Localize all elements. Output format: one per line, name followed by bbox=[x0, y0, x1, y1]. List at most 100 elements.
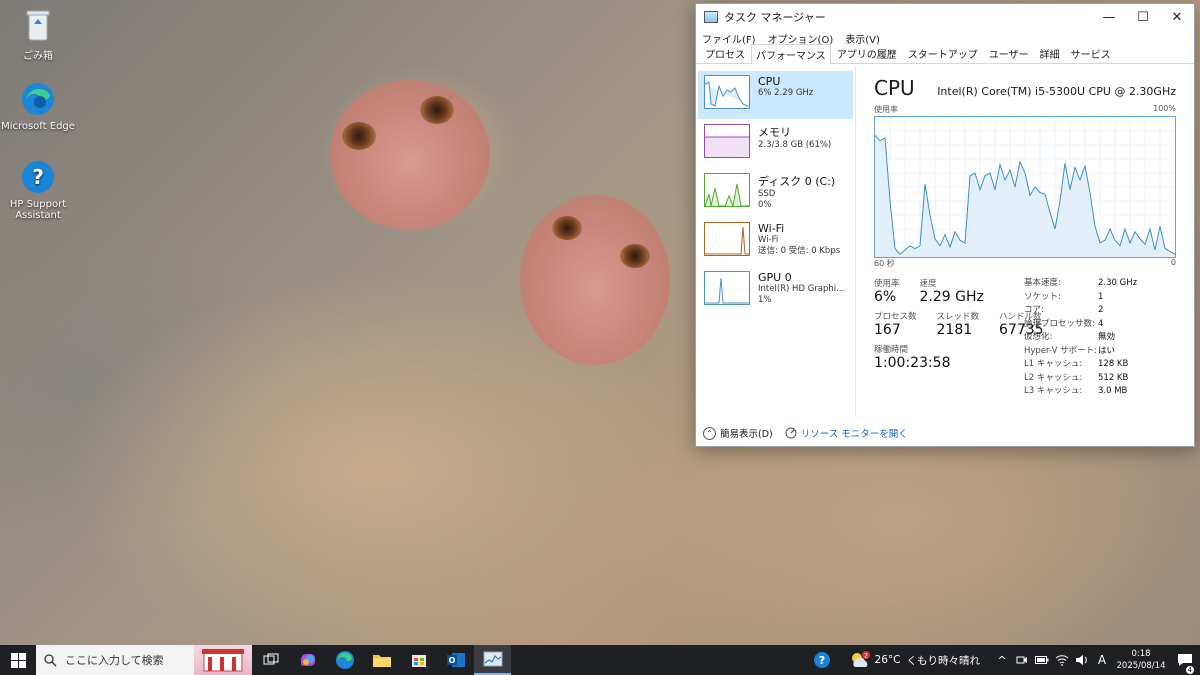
help-question-icon: ? bbox=[19, 158, 57, 196]
minimize-button[interactable]: — bbox=[1092, 4, 1126, 30]
search-highlight-image[interactable] bbox=[194, 645, 252, 675]
resource-monitor-icon bbox=[785, 427, 797, 439]
desktop-icon-recycle-bin[interactable]: ごみ箱 bbox=[0, 6, 76, 62]
taskbar-clock[interactable]: 0:18 2025/08/14 bbox=[1112, 648, 1170, 672]
speaker-icon[interactable] bbox=[1072, 654, 1092, 666]
meet-now-icon[interactable] bbox=[1012, 654, 1032, 666]
resource-sub: Wi-Fi bbox=[758, 235, 779, 245]
spec-row: ソケット: 1 bbox=[1024, 291, 1137, 305]
spec-row: コア: 2 bbox=[1024, 304, 1137, 318]
battery-icon[interactable] bbox=[1032, 655, 1052, 665]
resource-sub: SSD bbox=[758, 189, 776, 199]
graph-label-max: 100% bbox=[1153, 104, 1176, 113]
taskbar-app-task-manager[interactable] bbox=[474, 645, 511, 675]
help-icon[interactable]: ? bbox=[805, 651, 839, 669]
desktop-icon-label: Microsoft Edge bbox=[1, 121, 75, 132]
cpu-specs: 基本速度: 2.30 GHz ソケット: 1 コア: 2 論理プロセッサ数: 4 仮想化… bbox=[1024, 277, 1137, 399]
system-tray: ? 2 26°C くもり時々晴れ ^ A 0:18 2025/08/14 4 bbox=[805, 645, 1200, 675]
start-button[interactable] bbox=[0, 645, 36, 675]
spec-key: L3 キャッシュ: bbox=[1024, 386, 1083, 396]
weather-badge: 2 bbox=[864, 653, 868, 660]
spec-key: 基本速度: bbox=[1024, 278, 1061, 288]
cpu-stats: 使用率 6% 速度 2.29 GHz プロセス数 167 スレッド数 2181 ハンドル… bbox=[874, 277, 1180, 396]
task-view-icon bbox=[263, 653, 278, 665]
resource-item-disk[interactable]: ディスク 0 (C:) SSD 0% bbox=[698, 169, 853, 217]
svg-text:?: ? bbox=[818, 654, 824, 667]
title-bar[interactable]: タスク マネージャー — ☐ ✕ bbox=[696, 4, 1194, 30]
chevron-up-icon[interactable]: ⌃ bbox=[703, 426, 716, 440]
task-manager-icon bbox=[483, 651, 502, 667]
desktop-icon-edge[interactable]: Microsoft Edge bbox=[0, 80, 76, 132]
store-icon bbox=[411, 655, 426, 667]
cpu-detail-panel: CPU Intel(R) Core(TM) i5-5300U CPU @ 2.3… bbox=[856, 66, 1194, 416]
taskbar: ここに入力して検索 O ? 2 26°C くもり時々晴れ ^ A 0:18 20… bbox=[0, 645, 1200, 675]
wifi-icon[interactable] bbox=[1052, 654, 1072, 666]
tab-details[interactable]: 詳細 bbox=[1035, 43, 1065, 63]
collapse-button[interactable]: 簡易表示(D) bbox=[720, 426, 773, 440]
taskbar-search[interactable]: ここに入力して検索 bbox=[36, 645, 194, 675]
desktop-icon-label: ごみ箱 bbox=[23, 51, 53, 62]
spec-key: L1 キャッシュ: bbox=[1024, 359, 1083, 369]
taskbar-app-copilot[interactable] bbox=[289, 645, 326, 675]
notification-button[interactable]: 4 bbox=[1170, 653, 1200, 674]
resource-monitor-link[interactable]: リソース モニターを開く bbox=[785, 426, 908, 440]
resource-sub: 0% bbox=[758, 200, 772, 210]
speed-value: 2.29 GHz bbox=[919, 289, 984, 305]
cpu-thumbnail bbox=[704, 75, 750, 109]
taskbar-app-store[interactable] bbox=[400, 645, 437, 675]
tab-app-history[interactable]: アプリの履歴 bbox=[832, 43, 902, 63]
taskbar-app-edge[interactable] bbox=[326, 645, 363, 675]
performance-content: CPU 6% 2.29 GHz メモリ 2.3/3.8 GB (61%) ディス… bbox=[696, 66, 1194, 416]
spec-key: 論理プロセッサ数: bbox=[1024, 318, 1095, 329]
tab-startup[interactable]: スタートアップ bbox=[903, 43, 983, 63]
windows-logo-icon bbox=[10, 652, 26, 668]
tab-processes[interactable]: プロセス bbox=[700, 43, 750, 63]
maximize-button[interactable]: ☐ bbox=[1126, 4, 1160, 30]
task-manager-window: タスク マネージャー — ☐ ✕ ファイル(F) オプション(O) 表示(V) … bbox=[695, 3, 1195, 447]
threads-value: 2181 bbox=[936, 322, 973, 338]
close-button[interactable]: ✕ bbox=[1160, 4, 1194, 30]
weather-widget[interactable]: 2 26°C くもり時々晴れ bbox=[849, 651, 980, 669]
spec-key: 仮想化: bbox=[1024, 332, 1053, 342]
weather-text: くもり時々晴れ bbox=[906, 654, 981, 667]
monkey-face-right bbox=[520, 195, 670, 365]
usage-value: 6% bbox=[874, 289, 897, 305]
desktop-icon-label: HP Support Assistant bbox=[9, 199, 67, 221]
svg-text:O: O bbox=[448, 656, 455, 665]
tab-users[interactable]: ユーザー bbox=[984, 43, 1034, 63]
spec-value: 4 bbox=[1098, 318, 1104, 329]
spec-value: 512 KB bbox=[1098, 372, 1129, 383]
search-placeholder: ここに入力して検索 bbox=[65, 654, 164, 667]
resource-item-cpu[interactable]: CPU 6% 2.29 GHz bbox=[698, 71, 853, 119]
spec-value: 2.30 GHz bbox=[1098, 278, 1138, 288]
spec-row: L3 キャッシュ: 3.0 MB bbox=[1024, 385, 1137, 399]
resource-list: CPU 6% 2.29 GHz メモリ 2.3/3.8 GB (61%) ディス… bbox=[696, 66, 856, 416]
resource-name: CPU bbox=[758, 75, 781, 88]
resource-monitor-label: リソース モニターを開く bbox=[800, 429, 908, 440]
resource-item-gpu[interactable]: GPU 0 Intel(R) HD Graphi... 1% bbox=[698, 267, 853, 315]
resource-sub: 送信: 0 受信: 0 Kbps bbox=[758, 246, 841, 256]
task-view-button[interactable] bbox=[252, 645, 289, 675]
graph-label-time: 60 秒 bbox=[874, 259, 895, 268]
clock-date: 2025/08/14 bbox=[1116, 661, 1166, 671]
resource-item-wifi[interactable]: Wi-Fi Wi-Fi 送信: 0 受信: 0 Kbps bbox=[698, 218, 853, 266]
resource-name: GPU 0 bbox=[758, 271, 792, 284]
cpu-usage-graph bbox=[874, 116, 1176, 258]
usage-label: 使用率 bbox=[874, 279, 900, 289]
desktop-icon-hp-support[interactable]: ? HP Support Assistant bbox=[0, 158, 76, 221]
resource-name: メモリ bbox=[758, 126, 791, 139]
resource-sub: 6% 2.29 GHz bbox=[758, 88, 814, 98]
monkey-eye bbox=[342, 122, 376, 150]
spec-value: はい bbox=[1098, 345, 1116, 356]
tab-services[interactable]: サービス bbox=[1066, 43, 1116, 63]
monkey-eye bbox=[552, 216, 582, 240]
taskbar-app-explorer[interactable] bbox=[363, 645, 400, 675]
search-highlight-icon bbox=[202, 649, 244, 672]
tab-performance[interactable]: パフォーマンス bbox=[751, 44, 831, 64]
taskbar-app-outlook[interactable]: O bbox=[437, 645, 474, 675]
resource-item-memory[interactable]: メモリ 2.3/3.8 GB (61%) bbox=[698, 120, 853, 168]
chevron-up-icon[interactable]: ^ bbox=[992, 654, 1012, 667]
spec-row: 基本速度: 2.30 GHz bbox=[1024, 277, 1137, 291]
ime-indicator[interactable]: A bbox=[1092, 653, 1112, 667]
spec-key: L2 キャッシュ: bbox=[1024, 372, 1083, 383]
